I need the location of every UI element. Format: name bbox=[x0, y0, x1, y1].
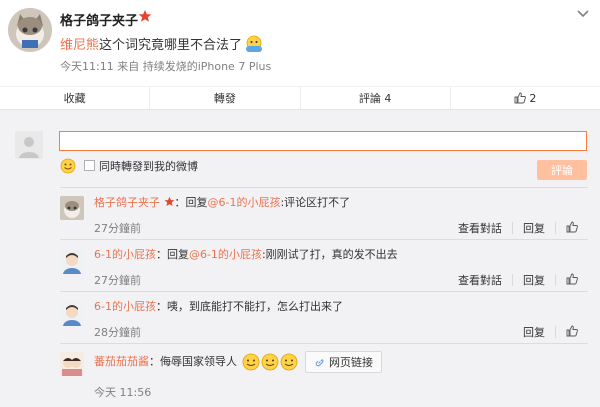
web-link-label: 网页链接 bbox=[329, 356, 373, 369]
commenter-avatar[interactable] bbox=[60, 250, 84, 274]
post-content: 维尼熊这个词究竟哪里不合法了 bbox=[60, 34, 264, 53]
comment-body: 蕃茄茄茄酱：侮辱国家领导人 网页链接 bbox=[94, 351, 382, 373]
reply-link[interactable]: 回复 bbox=[513, 272, 555, 288]
separator bbox=[0, 110, 600, 124]
commenter-name[interactable]: 6-1的小屁孩 bbox=[94, 248, 156, 261]
comment-button[interactable]: 評論 4 bbox=[301, 87, 451, 109]
post-mention[interactable]: 维尼熊 bbox=[60, 38, 99, 53]
action-bar: 收藏 轉發 評論 4 2 bbox=[0, 86, 600, 110]
post-time[interactable]: 今天11:11 bbox=[60, 60, 114, 73]
comment-like-button[interactable] bbox=[556, 221, 588, 236]
comment-actions: 查看對話 回复 bbox=[448, 272, 588, 288]
comment-text: ：咦，到底能打不能打，怎么打出来了 bbox=[155, 300, 343, 313]
thumb-up-icon bbox=[566, 221, 578, 232]
comment-actions: 回复 bbox=[513, 324, 588, 340]
comment-item: 6-1的小屁孩：咦，到底能打不能打，怎么打出来了 28分鐘前 回复 bbox=[60, 298, 588, 340]
reply-link[interactable]: 回复 bbox=[513, 324, 555, 340]
comment-time: 27分鐘前 bbox=[94, 222, 141, 235]
forward-button[interactable]: 轉發 bbox=[150, 87, 301, 109]
comment-body: 6-1的小屁孩：咦，到底能打不能打，怎么打出来了 bbox=[94, 298, 343, 314]
commenter-avatar[interactable] bbox=[60, 196, 84, 220]
comment-actions: 查看對話 回复 bbox=[448, 220, 588, 236]
reply-prefix: ：回复 bbox=[174, 196, 208, 209]
commenter-avatar[interactable] bbox=[60, 302, 84, 326]
chevron-down-icon[interactable] bbox=[576, 9, 590, 19]
forward-checkbox-label: 同時轉發到我的微博 bbox=[99, 160, 198, 173]
link-icon bbox=[315, 358, 324, 366]
comment-time: 今天 11:56 bbox=[94, 386, 152, 399]
comment-text: ：侮辱国家领导人 bbox=[149, 355, 237, 368]
comment-label: 評論 4 bbox=[358, 92, 392, 105]
collect-label: 收藏 bbox=[63, 92, 86, 105]
divider bbox=[60, 187, 588, 188]
reply-link[interactable]: 回复 bbox=[513, 220, 555, 236]
emoji-face-icon bbox=[261, 353, 278, 371]
divider bbox=[60, 239, 588, 240]
weibo-post-page: 格子鸽子夹子 维尼熊这个词究竟哪里不合法了 今天11:11 来自 持续发烧的iP… bbox=[0, 0, 600, 407]
reply-mention[interactable]: @6-1的小屁孩 bbox=[189, 248, 262, 261]
vip-star-icon bbox=[164, 196, 174, 207]
comment-time: 28分鐘前 bbox=[94, 326, 141, 339]
submit-comment-button[interactable]: 評論 bbox=[537, 160, 587, 180]
author-name[interactable]: 格子鸽子夹子 bbox=[60, 10, 138, 29]
collect-button[interactable]: 收藏 bbox=[0, 87, 151, 109]
author-avatar[interactable] bbox=[8, 8, 52, 52]
comment-item: 6-1的小屁孩：回复@6-1的小屁孩:刚刚试了打，真的发不出去 27分鐘前 查看… bbox=[60, 246, 588, 288]
thumb-up-icon bbox=[514, 92, 527, 104]
comment-item: 蕃茄茄茄酱：侮辱国家领导人 网页链接 今天 11:56 bbox=[60, 348, 588, 400]
view-conversation-link[interactable]: 查看對話 bbox=[448, 220, 512, 236]
my-avatar bbox=[15, 131, 43, 159]
post-source: 来自 持续发烧的iPhone 7 Plus bbox=[117, 60, 272, 73]
commenter-avatar[interactable] bbox=[60, 352, 84, 376]
thumb-up-icon bbox=[566, 273, 578, 284]
commenter-name[interactable]: 蕃茄茄茄酱 bbox=[94, 355, 149, 368]
comment-text: :刚刚试了打，真的发不出去 bbox=[261, 248, 398, 261]
forward-label: 轉發 bbox=[213, 92, 236, 105]
comment-body: 格子鸽子夹子 ：回复@6-1的小屁孩:评论区打不了 bbox=[94, 194, 350, 210]
like-count: 2 bbox=[529, 91, 537, 105]
smiley-icon[interactable] bbox=[60, 158, 76, 174]
post-meta: 今天11:11 来自 持续发烧的iPhone 7 Plus bbox=[60, 58, 271, 74]
web-link-button[interactable]: 网页链接 bbox=[305, 351, 382, 373]
emoji-face-icon bbox=[242, 353, 259, 371]
divider bbox=[60, 343, 588, 344]
comment-like-button[interactable] bbox=[556, 273, 588, 288]
reply-prefix: ：回复 bbox=[155, 248, 189, 261]
comment-item: 格子鸽子夹子 ：回复@6-1的小屁孩:评论区打不了 27分鐘前 查看對話 回复 bbox=[60, 194, 588, 236]
vip-star-icon bbox=[138, 10, 152, 22]
comment-like-button[interactable] bbox=[556, 325, 588, 340]
post: 格子鸽子夹子 维尼熊这个词究竟哪里不合法了 今天11:11 来自 持续发烧的iP… bbox=[0, 0, 600, 86]
commenter-name[interactable]: 6-1的小屁孩 bbox=[94, 300, 156, 313]
emoji-face-icon bbox=[280, 353, 297, 371]
view-conversation-link[interactable]: 查看對話 bbox=[448, 272, 512, 288]
post-text: 这个词究竟哪里不合法了 bbox=[99, 38, 243, 53]
divider bbox=[60, 291, 588, 292]
comment-text: :评论区打不了 bbox=[280, 196, 351, 209]
comment-time: 27分鐘前 bbox=[94, 274, 141, 287]
thumb-up-icon bbox=[566, 325, 578, 336]
emoji-face-icon bbox=[246, 35, 263, 52]
forward-checkbox[interactable] bbox=[84, 160, 95, 171]
commenter-name[interactable]: 格子鸽子夹子 bbox=[94, 196, 160, 209]
reply-mention[interactable]: @6-1的小屁孩 bbox=[208, 196, 281, 209]
comment-body: 6-1的小屁孩：回复@6-1的小屁孩:刚刚试了打，真的发不出去 bbox=[94, 246, 398, 262]
comment-input[interactable] bbox=[59, 131, 587, 151]
like-button[interactable]: 2 bbox=[451, 87, 600, 109]
